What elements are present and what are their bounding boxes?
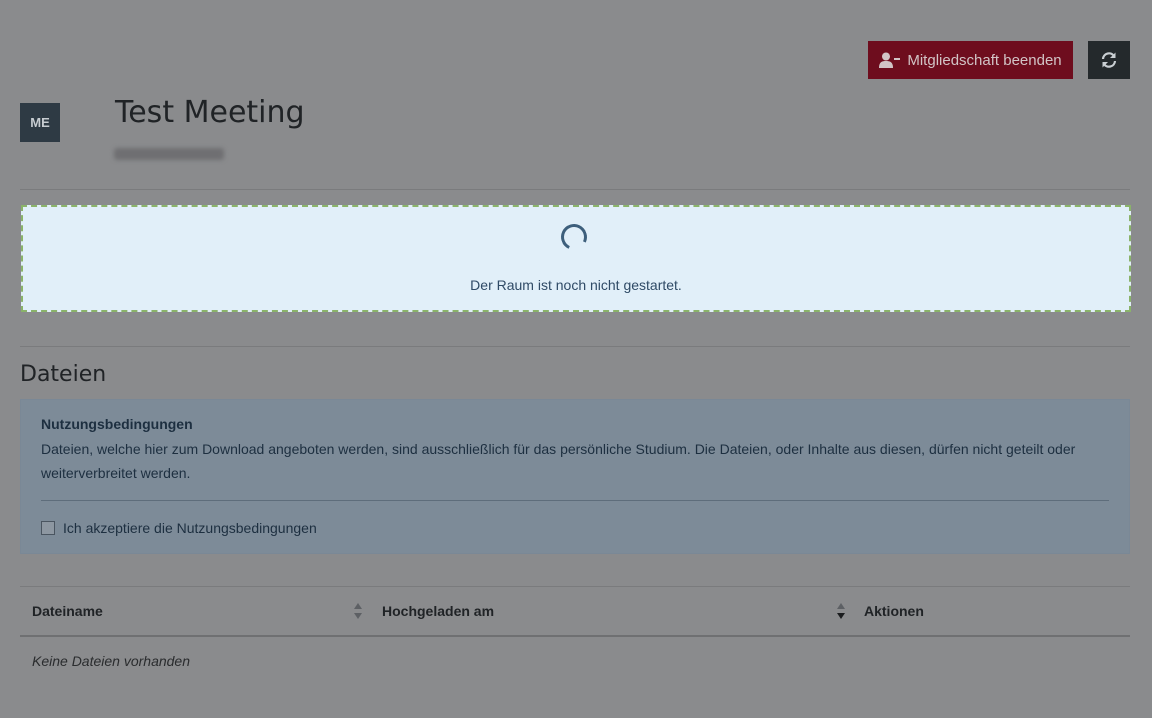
room-status-message: Der Raum ist noch nicht gestartet. [470, 277, 682, 293]
terms-accept-label: Ich akzeptiere die Nutzungsbedingungen [63, 520, 317, 536]
terms-title: Nutzungsbedingungen [41, 416, 193, 432]
empty-files-message: Keine Dateien vorhanden [32, 653, 191, 669]
terms-accept-row[interactable]: Ich akzeptiere die Nutzungsbedingungen [41, 520, 317, 536]
room-owner-redacted [114, 148, 224, 160]
terms-of-use-box: Nutzungsbedingungen Dateien, welche hier… [20, 399, 1130, 554]
sort-icon[interactable] [353, 602, 363, 620]
terms-accept-checkbox[interactable] [41, 521, 55, 535]
divider [20, 189, 1130, 190]
refresh-icon [1101, 52, 1117, 68]
sort-descending-icon[interactable] [836, 602, 846, 620]
room-title: Test Meeting [115, 95, 305, 130]
room-page: Mitgliedschaft beenden ME Test Meeting D… [0, 0, 1152, 718]
table-header-border [20, 635, 1130, 637]
user-minus-icon [879, 52, 901, 68]
leave-membership-button[interactable]: Mitgliedschaft beenden [868, 41, 1073, 79]
divider [20, 346, 1130, 347]
terms-text: Dateien, welche hier zum Download angebo… [41, 441, 1076, 481]
room-avatar: ME [20, 103, 60, 142]
room-status-box: Der Raum ist noch nicht gestartet. [21, 205, 1131, 312]
leave-membership-label: Mitgliedschaft beenden [907, 51, 1062, 69]
column-header-actions: Aktionen [864, 603, 924, 619]
refresh-button[interactable] [1088, 41, 1130, 79]
loading-spinner-icon [557, 220, 591, 254]
column-header-filename[interactable]: Dateiname [32, 603, 103, 619]
column-header-uploaded[interactable]: Hochgeladen am [382, 603, 494, 619]
terms-divider [41, 500, 1109, 501]
table-top-border [20, 586, 1130, 587]
files-section-title: Dateien [20, 362, 107, 387]
